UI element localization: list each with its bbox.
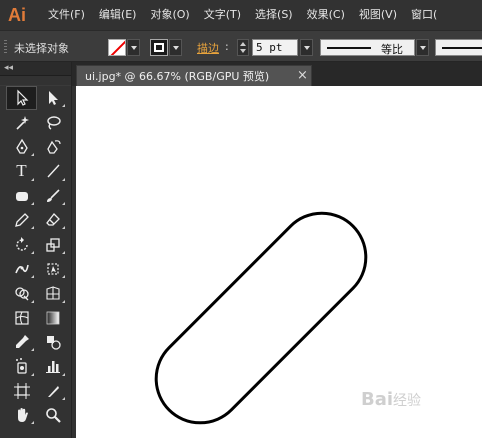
watermark-text: Bai	[361, 389, 394, 410]
stroke-panel-link[interactable]: 描边	[197, 40, 219, 56]
tool-flyout-indicator	[62, 372, 65, 376]
tool-flyout-indicator	[31, 348, 34, 352]
document-tab-title: ui.jpg* @ 66.67% (RGB/GPU 预览)	[85, 70, 270, 83]
tools-grip[interactable]	[0, 76, 71, 86]
profile-label: 等比	[381, 43, 403, 56]
tool-flyout-indicator	[62, 177, 65, 181]
selection-status-label: 未选择对象	[14, 42, 69, 55]
profile-dropdown-arrow[interactable]	[416, 39, 429, 56]
paintbrush-tool-icon[interactable]	[37, 184, 68, 208]
tool-flyout-indicator	[31, 226, 34, 230]
watermark-subtext: 经验	[393, 393, 422, 409]
tool-flyout-indicator	[62, 226, 65, 230]
menu-type[interactable]: 文字(T)	[204, 0, 241, 30]
menu-select[interactable]: 选择(S)	[255, 0, 293, 30]
lasso-tool-icon[interactable]	[37, 110, 68, 134]
stroke-line-preview	[327, 47, 371, 49]
brush-line-preview	[442, 47, 482, 49]
menu-object[interactable]: 对象(O)	[150, 0, 189, 30]
app-logo-icon: Ai	[8, 4, 26, 25]
rectangle-tool-icon[interactable]	[6, 184, 37, 208]
tool-flyout-indicator	[62, 275, 65, 279]
main-menu: 文件(F) 编辑(E) 对象(O) 文字(T) 选择(S) 效果(C) 视图(V…	[48, 0, 451, 30]
rotate-tool-icon[interactable]	[6, 232, 37, 256]
stroke-colon: :	[225, 40, 229, 53]
tool-flyout-indicator	[31, 201, 34, 205]
canvas-artwork	[138, 195, 384, 438]
curvature-tool-icon[interactable]	[37, 135, 68, 159]
width-tool-icon[interactable]	[6, 257, 37, 281]
none-color-icon	[109, 40, 125, 55]
tools-panel-header[interactable]: ◂◂	[0, 62, 71, 76]
tool-grid: T	[0, 86, 71, 427]
hand-tool-icon[interactable]	[6, 403, 37, 427]
chevron-up-icon[interactable]	[240, 42, 246, 46]
perspective-grid-tool-icon[interactable]	[37, 281, 68, 305]
menu-file[interactable]: 文件(F)	[48, 0, 85, 30]
scale-tool-icon[interactable]	[37, 232, 68, 256]
slice-tool-icon[interactable]	[37, 379, 68, 403]
chevron-down-icon[interactable]	[240, 49, 246, 53]
tool-flyout-indicator	[31, 177, 34, 181]
stroke-dropdown-arrow[interactable]	[169, 39, 182, 56]
tools-panel: ◂◂ T	[0, 62, 72, 438]
stroke-square-icon	[154, 43, 164, 52]
symbol-sprayer-tool-icon[interactable]	[6, 354, 37, 378]
menu-edit[interactable]: 编辑(E)	[99, 0, 137, 30]
tool-flyout-indicator	[31, 372, 34, 376]
grip-handle-icon[interactable]	[4, 40, 7, 54]
tool-flyout-indicator	[31, 153, 34, 157]
tool-flyout-indicator	[31, 421, 34, 425]
pen-tool-icon[interactable]	[6, 135, 37, 159]
eyedropper-tool-icon[interactable]	[6, 330, 37, 354]
watermark-logo: Bai经验	[361, 389, 421, 410]
document-tab[interactable]: ui.jpg* @ 66.67% (RGB/GPU 预览) ×	[76, 65, 312, 86]
stroke-weight-dropdown[interactable]	[300, 39, 313, 56]
selection-tool-icon[interactable]	[6, 86, 37, 111]
tool-flyout-indicator	[31, 250, 34, 254]
tool-flyout-indicator	[62, 201, 65, 205]
menu-bar: Ai 文件(F) 编辑(E) 对象(O) 文字(T) 选择(S) 效果(C) 视…	[0, 0, 482, 30]
direct-selection-tool-icon[interactable]	[37, 86, 68, 110]
artboard-canvas[interactable]: Bai经验	[76, 86, 482, 438]
stroke-weight-input[interactable]: 5 pt	[252, 39, 298, 56]
menu-view[interactable]: 视图(V)	[359, 0, 397, 30]
tool-flyout-indicator	[62, 104, 65, 108]
magic-wand-tool-icon[interactable]	[6, 110, 37, 134]
fill-dropdown-arrow[interactable]	[127, 39, 140, 56]
type-tool-icon[interactable]: T	[6, 159, 37, 183]
column-graph-tool-icon[interactable]	[37, 354, 68, 378]
stroke-color-swatch[interactable]	[150, 39, 168, 56]
line-segment-tool-icon[interactable]	[37, 159, 68, 183]
gradient-tool-icon[interactable]	[37, 306, 68, 330]
tool-flyout-indicator	[31, 299, 34, 303]
pencil-tool-icon[interactable]	[6, 208, 37, 232]
mesh-tool-icon[interactable]	[6, 306, 37, 330]
rounded-rectangle-shape[interactable]	[138, 195, 384, 438]
tool-flyout-indicator	[62, 299, 65, 303]
stroke-weight-stepper[interactable]	[237, 39, 249, 56]
shape-builder-tool-icon[interactable]	[6, 281, 37, 305]
fill-color-swatch[interactable]	[108, 39, 126, 56]
document-tab-bar: ui.jpg* @ 66.67% (RGB/GPU 预览) ×	[72, 62, 482, 86]
tool-flyout-indicator	[62, 250, 65, 254]
menu-effect[interactable]: 效果(C)	[307, 0, 345, 30]
free-transform-tool-icon[interactable]	[37, 257, 68, 281]
tool-flyout-indicator	[31, 275, 34, 279]
eraser-tool-icon[interactable]	[37, 208, 68, 232]
blend-tool-icon[interactable]	[37, 330, 68, 354]
artboard-tool-icon[interactable]	[6, 379, 37, 403]
collapse-panel-icon[interactable]: ◂◂	[4, 63, 13, 73]
menu-window[interactable]: 窗口(	[411, 0, 437, 30]
variable-width-profile-select[interactable]: 等比	[320, 39, 415, 56]
brush-definition-select[interactable]	[435, 39, 482, 56]
zoom-tool-icon[interactable]	[37, 403, 68, 427]
control-bar: 未选择对象 描边 : 5 pt 等比	[0, 30, 482, 62]
close-icon[interactable]: ×	[297, 68, 308, 83]
tool-flyout-indicator	[62, 397, 65, 401]
